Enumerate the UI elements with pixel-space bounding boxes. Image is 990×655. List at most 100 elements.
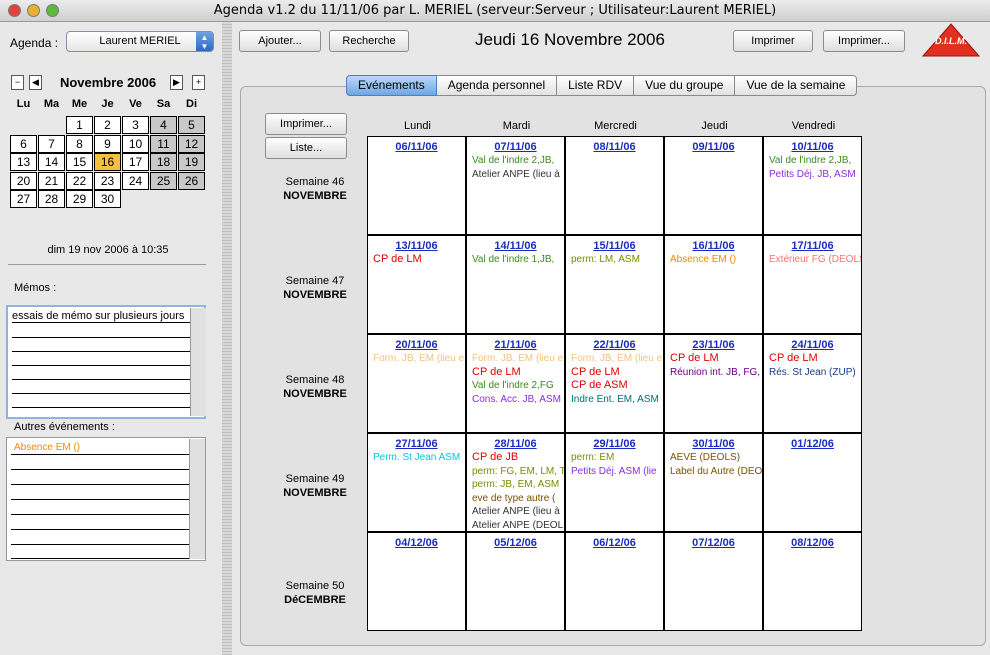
day-cell[interactable]: 08/11/06 — [565, 136, 664, 235]
calendar-day[interactable]: 12 — [178, 134, 205, 153]
calendar-day[interactable]: 30 — [94, 190, 121, 208]
day-date-link[interactable]: 07/11/06 — [467, 141, 564, 154]
day-date-link[interactable]: 15/11/06 — [566, 240, 663, 253]
day-cell[interactable]: 16/11/06 Absence EM () — [664, 235, 763, 334]
day-cell[interactable]: 07/12/06 — [664, 532, 763, 631]
day-date-link[interactable]: 04/12/06 — [368, 537, 465, 550]
day-date-link[interactable]: 28/11/06 — [467, 438, 564, 451]
calendar-day[interactable]: 20 — [10, 171, 37, 190]
tab-agenda-personnel[interactable]: Agenda personnel — [436, 75, 558, 96]
event-item[interactable]: Atelier ANPE (DEOL — [467, 519, 564, 532]
other-events-scrollbar[interactable] — [189, 439, 205, 559]
day-date-link[interactable]: 29/11/06 — [566, 438, 663, 451]
event-item[interactable]: Petits Déj. JB, ASM — [764, 168, 861, 182]
calendar-day[interactable]: 25 — [150, 171, 177, 190]
day-date-link[interactable]: 22/11/06 — [566, 339, 663, 352]
event-item[interactable]: perm: LM, ASM — [566, 253, 663, 267]
day-cell[interactable]: 08/12/06 — [763, 532, 862, 631]
day-date-link[interactable]: 21/11/06 — [467, 339, 564, 352]
calendar-day[interactable]: 17 — [122, 153, 149, 171]
day-cell[interactable]: 21/11/06 Form. JB, EM (lieu e CP de LM Val … — [466, 334, 565, 433]
day-date-link[interactable]: 17/11/06 — [764, 240, 861, 253]
day-cell[interactable]: 28/11/06 CP de JB perm: FG, EM, LM, Tperm:… — [466, 433, 565, 532]
day-date-link[interactable]: 08/12/06 — [764, 537, 861, 550]
event-item[interactable]: CP de ASM — [566, 379, 663, 393]
calendar-day[interactable]: 7 — [38, 134, 65, 153]
calendar-day[interactable]: 13 — [10, 153, 37, 171]
collapse-calendar-button[interactable]: − — [11, 75, 24, 90]
event-item[interactable]: Absence EM () — [665, 253, 762, 267]
calendar-day[interactable]: 18 — [150, 153, 177, 171]
calendar-day[interactable]: 11 — [150, 134, 177, 153]
tab-evenements[interactable]: Evénements — [346, 75, 437, 96]
calendar-day[interactable]: 28 — [38, 190, 65, 208]
event-item[interactable]: CP de JB — [467, 451, 564, 465]
day-date-link[interactable]: 05/12/06 — [467, 537, 564, 550]
prev-month-button[interactable]: ◀ — [29, 75, 42, 90]
calendar-day[interactable]: 9 — [94, 134, 121, 153]
day-cell[interactable]: 24/11/06 CP de LM Rés. St Jean (ZUP) — [763, 334, 862, 433]
day-cell[interactable]: 10/11/06 Val de l'indre 2,JB, Petits Déj. … — [763, 136, 862, 235]
calendar-day[interactable]: 8 — [66, 134, 93, 153]
event-item[interactable]: Val de l'indre 2,JB, — [764, 154, 861, 168]
calendar-day[interactable]: 2 — [94, 116, 121, 134]
calendar-day[interactable]: 10 — [122, 134, 149, 153]
day-date-link[interactable]: 07/12/06 — [665, 537, 762, 550]
event-item[interactable]: Extérieur FG (DEOLS — [764, 253, 861, 267]
calendar-day[interactable]: 5 — [178, 116, 205, 134]
calendar-day[interactable]: 6 — [10, 134, 37, 153]
event-item[interactable]: CP de LM — [467, 366, 564, 380]
day-cell[interactable]: 13/11/06 CP de LM — [367, 235, 466, 334]
calendar-day[interactable]: 29 — [66, 190, 93, 208]
event-item[interactable]: Atelier ANPE (lieu à — [467, 168, 564, 182]
event-item[interactable]: perm: EM — [566, 451, 663, 465]
day-date-link[interactable]: 16/11/06 — [665, 240, 762, 253]
calendar-day[interactable]: 1 — [66, 116, 93, 134]
day-date-link[interactable]: 24/11/06 — [764, 339, 861, 352]
agenda-select[interactable]: Laurent MERIEL ▲ ▼ — [66, 31, 214, 52]
event-item[interactable]: Perm. St Jean ASM — [368, 451, 465, 465]
day-cell[interactable]: 15/11/06 perm: LM, ASM — [565, 235, 664, 334]
calendar-day[interactable]: 22 — [66, 171, 93, 190]
calendar-day[interactable]: 24 — [122, 171, 149, 190]
list-events-button[interactable]: Liste... — [265, 137, 347, 159]
day-cell[interactable]: 27/11/06 Perm. St Jean ASM — [367, 433, 466, 532]
day-cell[interactable]: 06/12/06 — [565, 532, 664, 631]
event-item[interactable]: Form. JB, EM (lieu e — [566, 352, 663, 366]
day-date-link[interactable]: 30/11/06 — [665, 438, 762, 451]
memo-list[interactable]: essais de mémo sur plusieurs jours — [6, 305, 206, 419]
event-item[interactable]: CP de LM — [665, 352, 762, 366]
day-cell[interactable]: 06/11/06 — [367, 136, 466, 235]
event-item[interactable]: Form. JB, EM (lieu e — [368, 352, 465, 366]
event-item[interactable]: Réunion int. JB, FG, — [665, 366, 762, 380]
event-item[interactable]: Label du Autre (DEO — [665, 465, 762, 479]
day-date-link[interactable]: 10/11/06 — [764, 141, 861, 154]
print-events-button[interactable]: Imprimer... — [265, 113, 347, 135]
calendar-day[interactable]: 27 — [10, 190, 37, 208]
tab-liste-rdv[interactable]: Liste RDV — [557, 75, 635, 96]
day-cell[interactable]: 14/11/06 Val de l'indre 1,JB, — [466, 235, 565, 334]
calendar-day[interactable]: 19 — [178, 153, 205, 171]
event-item[interactable]: CP de LM — [764, 352, 861, 366]
day-date-link[interactable]: 01/12/06 — [764, 438, 861, 451]
event-item[interactable]: Form. JB, EM (lieu e — [467, 352, 564, 366]
event-item[interactable]: CP de LM — [566, 366, 663, 380]
day-cell[interactable]: 20/11/06 Form. JB, EM (lieu e — [367, 334, 466, 433]
event-item[interactable]: perm: JB, EM, ASM — [467, 478, 564, 492]
list-item[interactable]: Absence EM () — [14, 442, 80, 453]
print-options-button[interactable]: Imprimer... — [823, 30, 905, 52]
day-date-link[interactable]: 20/11/06 — [368, 339, 465, 352]
day-cell[interactable]: 07/11/06 Val de l'indre 2,JB, Atelier ANPE… — [466, 136, 565, 235]
day-cell[interactable]: 09/11/06 — [664, 136, 763, 235]
calendar-day[interactable]: 14 — [38, 153, 65, 171]
event-item[interactable]: CP de LM — [368, 253, 465, 267]
tab-vue-de-la-semaine[interactable]: Vue de la semaine — [735, 75, 858, 96]
event-item[interactable]: Cons. Acc. JB, ASM — [467, 393, 564, 407]
next-month-button[interactable]: ▶ — [170, 75, 183, 90]
event-item[interactable]: Petits Déj. ASM (lie — [566, 465, 663, 479]
add-button[interactable]: Ajouter... — [239, 30, 321, 52]
memo-scrollbar[interactable] — [190, 308, 206, 416]
expand-calendar-button[interactable]: + — [192, 75, 205, 90]
calendar-day[interactable]: 21 — [38, 171, 65, 190]
pane-splitter[interactable] — [222, 22, 232, 655]
